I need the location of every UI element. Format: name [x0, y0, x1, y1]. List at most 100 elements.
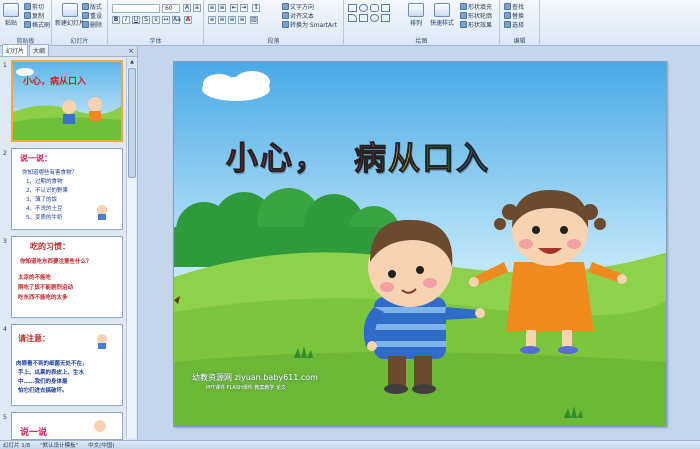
bold-button[interactable]: B — [112, 16, 120, 24]
columns-button[interactable]: ▥ — [250, 16, 258, 24]
italic-button[interactable]: I — [122, 16, 130, 24]
cut-button[interactable]: 剪切 — [24, 2, 44, 11]
thumbnail-text: 你知道哪些有害食物？ — [22, 170, 78, 176]
replace-icon — [504, 12, 511, 19]
reset-icon — [82, 12, 89, 19]
theme-name: "默认设计模板" — [40, 443, 79, 449]
find-button[interactable]: 查找 — [504, 2, 524, 11]
copy-button[interactable]: 复制 — [24, 11, 44, 20]
delete-slide-button[interactable]: 删除 — [82, 20, 102, 29]
new-slide-button[interactable]: 新建幻灯片 — [55, 3, 85, 27]
line-spacing-button[interactable]: ↕ — [252, 4, 260, 12]
align-text-button[interactable]: 对齐文本 — [282, 11, 314, 20]
scroll-up-icon[interactable]: ▲ — [127, 58, 137, 67]
slide-thumbnail-1[interactable]: 小心，病从口入 — [11, 60, 123, 142]
reset-button[interactable]: 重设 — [82, 11, 102, 20]
drawing-group-label: 绘图 — [415, 38, 428, 45]
title-char: 从 — [388, 139, 421, 178]
brush-icon — [24, 21, 31, 28]
align-right-button[interactable]: ≡ — [228, 16, 236, 24]
shape-effects-button[interactable]: 形状效果 — [460, 20, 492, 29]
thumbnail-title: 吃的习惯： — [30, 241, 70, 251]
format-painter-button[interactable]: 格式刷 — [24, 20, 50, 29]
shape-star-icon[interactable] — [381, 14, 390, 22]
shape-rectangle-icon[interactable] — [348, 4, 357, 12]
shape-line-icon[interactable] — [359, 14, 368, 22]
strikethrough-button[interactable]: S — [142, 16, 150, 24]
grow-font-button[interactable]: A — [183, 4, 191, 12]
arrange-icon — [408, 3, 424, 17]
shadow-button[interactable]: s — [152, 16, 160, 24]
convert-smartart-button[interactable]: 转换为 SmartArt — [282, 20, 337, 29]
font-size-combo[interactable]: 60 — [162, 4, 180, 13]
tab-slides[interactable]: 幻灯片 — [2, 44, 29, 56]
thumbnail-text: 吃东西不能吃的太多 — [18, 295, 68, 301]
title-char: 小 — [225, 139, 259, 178]
font-group-label: 字体 — [149, 38, 162, 45]
shape-oval-icon[interactable] — [359, 4, 368, 12]
slide-thumbnail-pane: 幻灯片 大纲 × 1 小心，病从口入 2 说一说： 你知道哪些有害食物？ 1、过… — [0, 44, 138, 440]
paste-icon — [3, 3, 19, 17]
clipboard-group: 粘贴 剪切 复制 格式刷 剪贴板 — [0, 0, 52, 46]
thumbnail-text: 刚吃了饭不能剧烈运动 — [18, 285, 74, 291]
scissors-icon — [24, 3, 31, 10]
shape-textbox-icon[interactable] — [381, 4, 390, 12]
title-char: 心 — [260, 139, 293, 178]
decrease-indent-button[interactable]: ⇤ — [230, 4, 238, 12]
shape-outline-button[interactable]: 形状轮廓 — [460, 11, 492, 20]
title-char: 病 — [354, 139, 387, 178]
binoculars-icon — [504, 3, 511, 10]
numbering-button[interactable]: ≡ — [218, 4, 226, 12]
slide-thumbnail-5[interactable]: 说一说 — [11, 412, 123, 440]
fill-bucket-icon — [460, 3, 467, 10]
underline-button[interactable]: U — [132, 16, 140, 24]
thumbnail-text: 1、过期的食物 — [26, 179, 63, 185]
align-left-button[interactable]: ≡ — [208, 16, 216, 24]
thumbnail-number: 2 — [3, 150, 7, 157]
change-case-button[interactable]: Aa — [172, 16, 181, 24]
slides-group: 新建幻灯片 版式 重设 删除 幻灯片 — [52, 0, 108, 46]
current-slide[interactable]: 小 心 ， 病 从 口 入 幼教资源网 ziyuan.baby611.com P… — [173, 61, 667, 427]
slides-group-label: 幻灯片 — [70, 38, 89, 45]
slide-editing-area: 小 心 ， 病 从 口 入 幼教资源网 ziyuan.baby611.com P… — [139, 46, 700, 440]
slide-title[interactable]: 小 心 ， 病 从 口 入 — [225, 138, 488, 178]
paragraph-group-label: 段落 — [267, 38, 280, 45]
thumbnail-number: 5 — [3, 414, 7, 421]
shape-circle-icon[interactable] — [370, 14, 379, 22]
status-bar: 幻灯片 1/8 "默认设计模板" 中文(中国) — [0, 440, 700, 449]
thumbnail-text: 5、变质的牛奶 — [26, 215, 63, 221]
layout-button[interactable]: 版式 — [82, 2, 102, 11]
thumbnail-number: 3 — [3, 238, 7, 245]
increase-indent-button[interactable]: ⇥ — [240, 4, 248, 12]
select-button[interactable]: 选择 — [504, 20, 524, 29]
shape-rounded-rect-icon[interactable] — [370, 4, 379, 12]
thumbnail-text: 4、不洗的土豆 — [26, 206, 63, 212]
quick-styles-icon — [434, 3, 450, 17]
arrange-button[interactable]: 排列 — [408, 3, 424, 27]
paste-button[interactable]: 粘贴 — [3, 3, 19, 27]
font-color-button[interactable]: A — [184, 16, 192, 24]
text-direction-button[interactable]: 文字方向 — [282, 2, 314, 11]
thumbnail-text: 肉眼看不到的细菌无处不在， — [16, 361, 88, 367]
slide-thumbnail-3[interactable]: 吃的习惯： 你知道吃东西要注意些什么？ 太凉的不能吃 刚吃了饭不能剧烈运动 吃东… — [11, 236, 123, 318]
quick-styles-button[interactable]: 快速样式 — [430, 3, 454, 27]
char-spacing-button[interactable]: ↔ — [162, 16, 170, 24]
justify-button[interactable]: ≡ — [238, 16, 246, 24]
font-name-combo[interactable] — [112, 4, 160, 13]
slide-thumbnail-2[interactable]: 说一说： 你知道哪些有害食物？ 1、过期的食物 2、不认识的野果 3、薄了的饭 … — [11, 148, 123, 230]
slide-thumbnail-4[interactable]: 请注意： 肉眼看不到的细菌无处不在， 手上、瓜果的表皮上、生水 中……我们的身体… — [11, 324, 123, 406]
shrink-font-button[interactable]: a — [193, 4, 201, 12]
bullets-button[interactable]: ≡ — [208, 4, 216, 12]
child-clipart-icon — [97, 334, 107, 349]
align-center-button[interactable]: ≡ — [218, 16, 226, 24]
language-indicator[interactable]: 中文(中国) — [88, 441, 114, 449]
tab-outline[interactable]: 大纲 — [29, 44, 50, 56]
replace-button[interactable]: 替换 — [504, 11, 524, 20]
shape-fill-button[interactable]: 形状填充 — [460, 2, 492, 11]
smartart-icon — [282, 21, 289, 28]
close-icon[interactable]: × — [128, 47, 134, 55]
shape-arrow-icon[interactable] — [348, 14, 357, 22]
effects-icon — [460, 21, 467, 28]
thumbnail-scrollbar[interactable]: ▲ — [126, 58, 137, 438]
scrollbar-thumb[interactable] — [128, 68, 136, 178]
